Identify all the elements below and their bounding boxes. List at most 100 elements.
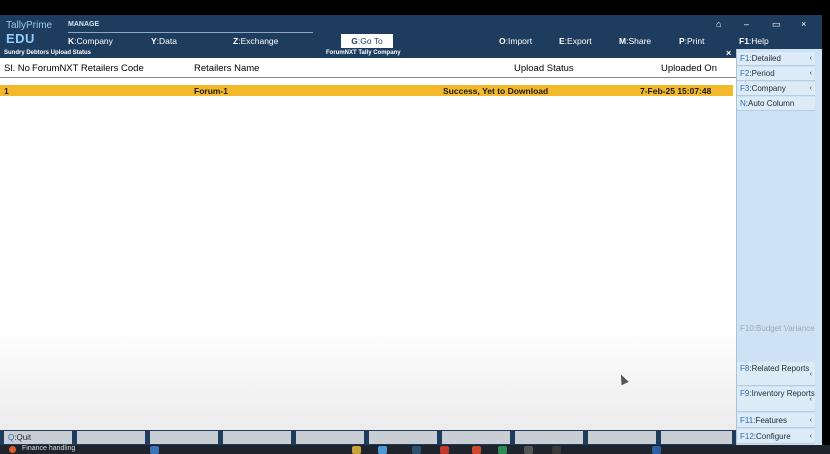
column-header-uploaded-on: Uploaded On [661,63,717,74]
import-label: Import [508,36,533,46]
related-reports-label: Related Reports [751,364,810,373]
taskbar-app-icon[interactable] [352,446,361,454]
print-label: Print [687,36,705,46]
os-taskbar: Finance handling [0,445,830,454]
bottom-empty-button[interactable] [515,431,585,444]
taskbar-app-icon[interactable] [150,446,159,454]
menu-company-key: K [68,36,75,46]
notification-bell-icon[interactable]: ⌂ [716,19,721,29]
minimize-icon[interactable]: – [744,19,749,29]
share-button[interactable]: M:Share [619,36,651,46]
menu-company[interactable]: K:Company [68,36,113,46]
row-retailers-name: Forum-1 [194,86,228,96]
taskbar-app-text[interactable]: Finance handling [22,445,75,452]
bottom-empty-button[interactable] [442,431,512,444]
chevron-left-icon: ‹ [809,396,812,403]
period-button[interactable]: F2:Period ‹ [737,67,815,81]
bottom-empty-button[interactable] [588,431,658,444]
auto-column-key: N [740,99,746,108]
related-reports-button[interactable]: F8:Related Reports ‹ [737,362,815,386]
bottom-empty-button[interactable] [150,431,220,444]
goto-label: Go To [360,36,383,46]
column-header-retailers-name: Retailers Name [194,63,260,74]
column-header-sl-no: Sl. No [4,63,30,74]
table-row[interactable]: 1 Forum-1 Success, Yet to Download 7-Feb… [0,85,733,96]
company-button[interactable]: F3:Company ‹ [737,82,815,96]
bottom-button-bar: Q:Quit [0,430,736,445]
menu-data-label: Data [159,36,178,46]
taskbar-app-icon[interactable] [440,446,449,454]
header-rule [0,77,736,78]
right-button-panel: F1:Detailed ‹ F2:Period ‹ F3:Company ‹ N:Au… [736,49,822,445]
print-button[interactable]: P:Print [679,36,705,46]
taskbar-app-icon[interactable] [412,446,421,454]
export-key: E [559,36,565,46]
menu-exchange-label: Exchange [240,36,279,46]
menu-company-label: Company [76,36,113,46]
menu-data-key: Y [151,36,157,46]
help-button[interactable]: F1:Help [739,36,769,46]
detailed-button[interactable]: F1:Detailed ‹ [737,52,815,66]
row-uploaded-on: 7-Feb-25 15:07:48 [640,86,712,96]
configure-key: F12 [740,432,754,441]
taskbar-app-icon[interactable] [552,446,561,454]
chevron-left-icon: ‹ [809,371,812,378]
bottom-empty-button[interactable] [223,431,293,444]
tally-window: TallyPrime EDU MANAGE K:Company Y:Data Z… [0,0,830,454]
chevron-left-icon: ‹ [809,417,812,424]
menu-exchange[interactable]: Z:Exchange [233,36,278,46]
edition-label: EDU [6,31,35,46]
configure-label: Configure [756,432,791,441]
bottom-empty-button[interactable] [369,431,439,444]
taskbar-app-icon[interactable] [524,446,533,454]
print-key: P [679,36,685,46]
budget-key: F10 [740,324,754,333]
column-header-upload-status: Upload Status [514,63,574,74]
help-label: Help [751,36,769,46]
import-key: O [499,36,506,46]
taskbar-app-icon[interactable] [498,446,507,454]
features-label: Features [755,416,788,425]
bottom-empty-button[interactable] [296,431,366,444]
taskbar-app-icon[interactable] [652,446,661,454]
taskbar-app-icon[interactable] [472,446,481,454]
budget-variance-button[interactable]: F10:Budget Variance [737,323,815,345]
menu-data[interactable]: Y:Data [151,36,177,46]
features-key: F11 [740,416,754,425]
bottom-empty-button[interactable] [661,431,734,444]
quit-label: Quit [16,433,32,442]
window-close-icon[interactable]: × [801,19,806,29]
taskbar-app-icon[interactable] [378,446,387,454]
inventory-reports-button[interactable]: F9:Inventory Reports ‹ [737,387,815,412]
detailed-label: Detailed [751,54,781,63]
share-label: Share [628,36,652,46]
row-upload-status: Success, Yet to Download [443,86,549,96]
report-body: Sl. No ForumNXT Retailers Code Retailers… [0,58,736,430]
share-key: M [619,36,627,46]
goto-key: G [351,36,358,46]
bottom-empty-button[interactable] [77,431,147,444]
period-key: F2 [740,69,750,78]
restore-icon[interactable]: ▭ [772,19,781,30]
notification-dot-icon[interactable] [9,446,16,453]
header-divider [68,32,313,33]
chevron-left-icon: ‹ [809,85,812,92]
report-title: Sundry Debtors Upload Status [4,50,92,56]
features-button[interactable]: F11:Features ‹ [737,413,815,428]
help-key: F1 [739,36,749,46]
report-title-bar: Sundry Debtors Upload Status ForumNXT Ta… [0,48,736,58]
related-reports-key: F8 [740,364,750,373]
period-label: Period [751,69,775,78]
chevron-left-icon: ‹ [809,433,812,440]
quit-button[interactable]: Q:Quit [4,431,74,444]
configure-button[interactable]: F12:Configure ‹ [737,429,815,444]
goto-button[interactable]: G:Go To [341,34,393,48]
import-button[interactable]: O:Import [499,36,532,46]
company-key: F3 [740,84,750,93]
export-label: Export [567,36,592,46]
export-button[interactable]: E:Export [559,36,592,46]
report-close-icon[interactable]: × [726,48,731,58]
auto-column-button[interactable]: N:Auto Column [737,97,815,111]
detailed-key: F1 [740,54,750,63]
brand-name: TallyPrime [6,20,53,31]
